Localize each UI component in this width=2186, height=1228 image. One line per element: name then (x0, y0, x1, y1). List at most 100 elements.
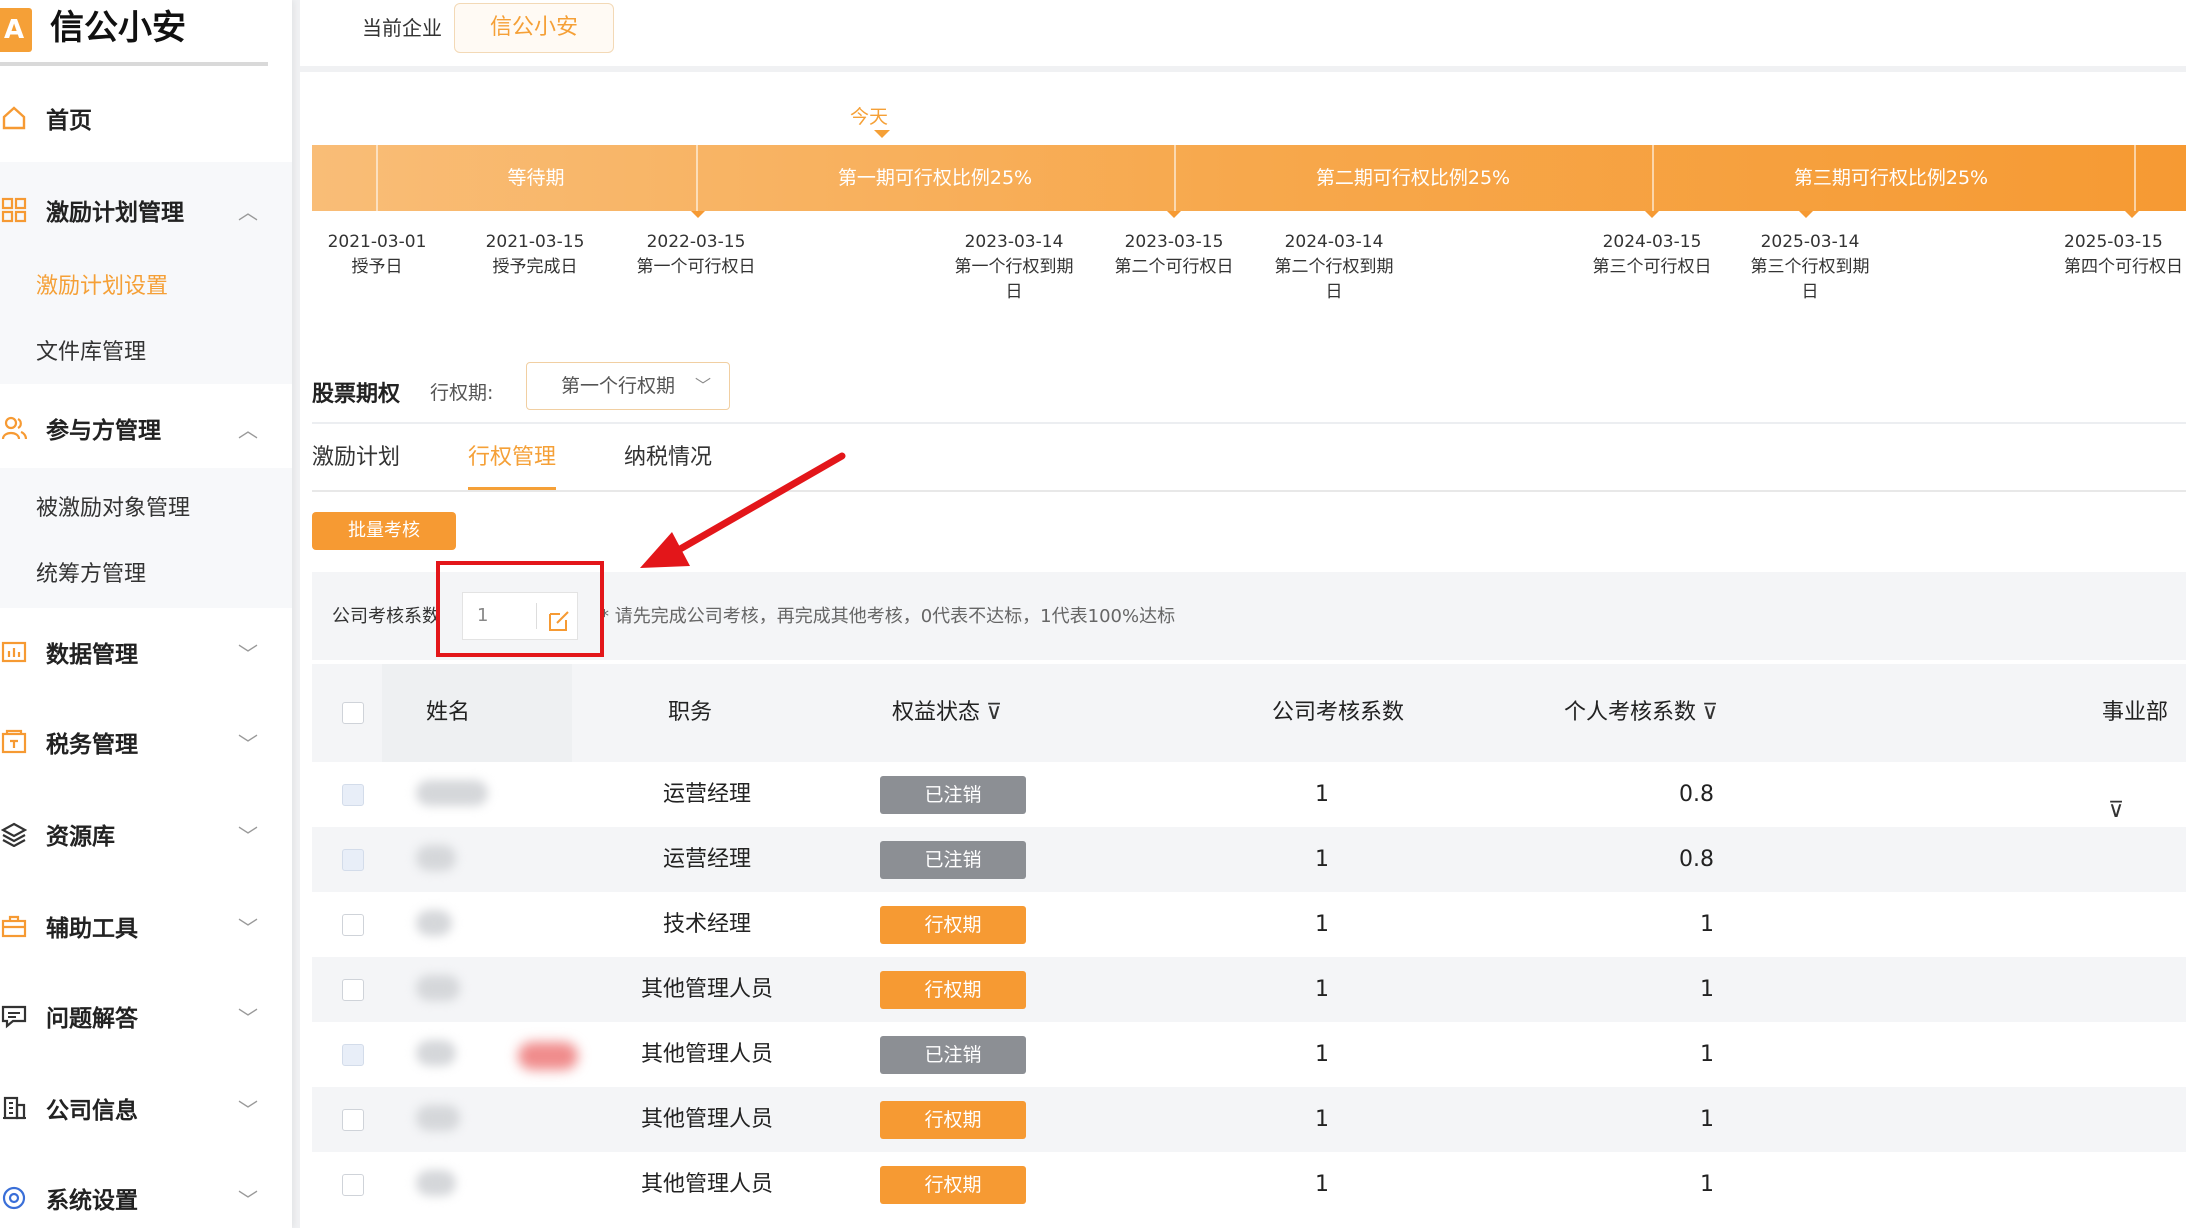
tab-tax-status[interactable]: 纳税情况 (624, 442, 712, 490)
today-marker-icon (874, 130, 890, 138)
nav-faq[interactable]: 问题解答 ﹀ (0, 976, 292, 1056)
milestone: 2024-03-14 第二个行权到期日 (1268, 230, 1400, 305)
toolbox-icon (0, 912, 28, 940)
milestone-date: 2021-03-01 (327, 232, 427, 252)
filter-icon[interactable]: ⊽ (986, 664, 1002, 762)
cell-company-coef: 1 (1315, 782, 1329, 807)
header-position: 职务 (668, 700, 713, 725)
milestone-label: 第四个可行权日 (2064, 257, 2183, 277)
milestone-date: 2025-03-14 (1760, 232, 1860, 252)
row-checkbox[interactable] (342, 1044, 364, 1066)
nav-section-label: 税务管理 (46, 732, 138, 758)
row-checkbox[interactable] (342, 979, 364, 1001)
cell-position: 其他管理人员 (640, 977, 773, 1002)
table-row: 其他管理人员 行权期 1 1 (312, 957, 2186, 1022)
tabs: 激励计划 行权管理 纳税情况 (312, 432, 2186, 492)
batch-review-button[interactable]: 批量考核 (312, 512, 456, 550)
milestone: 2024-03-15 第三个可行权日 (1586, 230, 1718, 280)
cell-personal-coef: 1 (1700, 1107, 1714, 1132)
period-select[interactable]: 第一个行权期 ﹀ (526, 362, 730, 410)
divider (312, 422, 2186, 424)
nav-system-settings[interactable]: 系统设置 ﹀ (0, 1158, 292, 1228)
nav-home-label: 首页 (46, 108, 92, 134)
cell-position: 其他管理人员 (640, 1042, 773, 1067)
layers-icon (0, 820, 28, 848)
nav-incentive-plan[interactable]: 激励计划管理 ︿ (0, 170, 292, 250)
tab-exercise-management[interactable]: 行权管理 (468, 442, 557, 490)
cell-company-coef: 1 (1315, 1042, 1329, 1067)
timeline-band: 等待期 第一期可行权比例25% 第二期可行权比例25% 第三期可行权比例25% (312, 145, 2186, 211)
nav-coordinators[interactable]: 统筹方管理 (0, 540, 292, 604)
period-third: 第三期可行权比例25% (1793, 167, 1989, 189)
filter-icon[interactable]: ⊽ (1702, 664, 1718, 762)
header-personal-coef: 个人考核系数 ⊽ (1564, 664, 1718, 762)
milestone: 2023-03-15 第二个可行权日 (1108, 230, 1240, 280)
milestone-label: 第三个可行权日 (1592, 257, 1712, 277)
redacted-name (416, 1170, 456, 1196)
period-second: 第二期可行权比例25% (1315, 167, 1511, 189)
vesting-timeline: 今天 等待期 第一期可行权比例25% 第二期可行权比例25% 第三期可行权比例2… (312, 72, 2186, 312)
cell-personal-coef: 0.8 (1679, 847, 1714, 872)
option-title: 股票期权 (312, 382, 401, 407)
row-checkbox[interactable] (342, 784, 364, 806)
period-label: 行权期: (430, 382, 494, 404)
cell-position: 运营经理 (662, 782, 751, 807)
brand-name: 信公小安 (50, 8, 186, 48)
nav-resource-library[interactable]: 资源库 ﹀ (0, 794, 292, 874)
company-tab[interactable]: 信公小安 (454, 3, 614, 53)
redacted-name (416, 975, 460, 1001)
status-badge: 行权期 (880, 1101, 1026, 1139)
row-checkbox[interactable] (342, 914, 364, 936)
select-all-checkbox[interactable] (342, 702, 364, 724)
nav-file-library[interactable]: 文件库管理 (0, 318, 292, 382)
milestone-label: 授予日 (351, 257, 403, 277)
chevron-down-icon: ﹀ (238, 915, 258, 940)
milestone-date: 2023-03-15 (1124, 232, 1224, 252)
company-coef-hint: * 请先完成公司考核，再完成其他考核，0代表不达标，1代表100%达标 (600, 606, 1176, 627)
cell-company-coef: 1 (1315, 847, 1329, 872)
redacted-name (416, 780, 488, 806)
row-checkbox[interactable] (342, 849, 364, 871)
company-label: 当前企业 (362, 16, 442, 40)
redacted-name (416, 1105, 460, 1131)
tab-incentive-plan[interactable]: 激励计划 (312, 442, 400, 490)
header-division-label: 事业部 (2102, 700, 2169, 725)
top-bar: 当前企业 信公小安 (300, 0, 2186, 66)
milestone: 2023-03-14 第一个行权到期日 (948, 230, 1080, 305)
redacted-name (416, 845, 456, 871)
cell-personal-coef: 0.8 (1679, 782, 1714, 807)
bar-chart-icon (0, 638, 28, 666)
nav-data-management[interactable]: 数据管理 ﹀ (0, 612, 292, 692)
milestone-label: 授予完成日 (492, 257, 578, 277)
cell-personal-coef: 1 (1700, 912, 1714, 937)
nav-home[interactable]: 首页 (0, 78, 292, 158)
chevron-up-icon: ︿ (238, 417, 258, 442)
milestone-date: 2023-03-14 (964, 232, 1064, 252)
table-row: 其他管理人员 行权期 1 1 (312, 1087, 2186, 1152)
nav-sub-label: 激励计划设置 (36, 274, 169, 299)
name-column-bg (382, 664, 572, 762)
nav-tax-management[interactable]: 税务管理 ﹀ (0, 702, 292, 782)
timeline-tick (1645, 211, 1659, 218)
row-checkbox[interactable] (342, 1174, 364, 1196)
period-waiting: 等待期 (507, 167, 565, 189)
chevron-down-icon: ﹀ (238, 731, 258, 756)
milestone: 2025-03-15 第四个可行权日 (2064, 230, 2186, 280)
company-coef-label: 公司考核系数 (332, 606, 440, 627)
brand: A 信公小安 (0, 0, 268, 66)
period-first: 第一期可行权比例25% (837, 167, 1033, 189)
nav-incentive-plan-settings[interactable]: 激励计划设置 (0, 252, 292, 316)
table-header: 姓名 职务 权益状态 ⊽ 公司考核系数 个人考核系数 ⊽ 事业部⊽ (312, 664, 2186, 823)
nav-company-info[interactable]: 公司信息 ﹀ (0, 1068, 292, 1148)
milestone: 2021-03-15 授予完成日 (470, 230, 600, 280)
main-content: 今天 等待期 第一期可行权比例25% 第二期可行权比例25% 第三期可行权比例2… (300, 72, 2186, 1228)
milestone-date: 2025-03-15 (2064, 232, 2163, 252)
status-badge: 行权期 (880, 1166, 1026, 1204)
nav-incentive-targets[interactable]: 被激励对象管理 (0, 474, 292, 538)
chevron-down-icon: ﹀ (694, 376, 711, 395)
row-checkbox[interactable] (342, 1109, 364, 1131)
table-row: 运营经理 已注销 1 0.8 (312, 762, 2186, 827)
cell-personal-coef: 1 (1700, 1042, 1714, 1067)
nav-tools[interactable]: 辅助工具 ﹀ (0, 886, 292, 966)
nav-participants[interactable]: 参与方管理 ︿ (0, 388, 292, 468)
